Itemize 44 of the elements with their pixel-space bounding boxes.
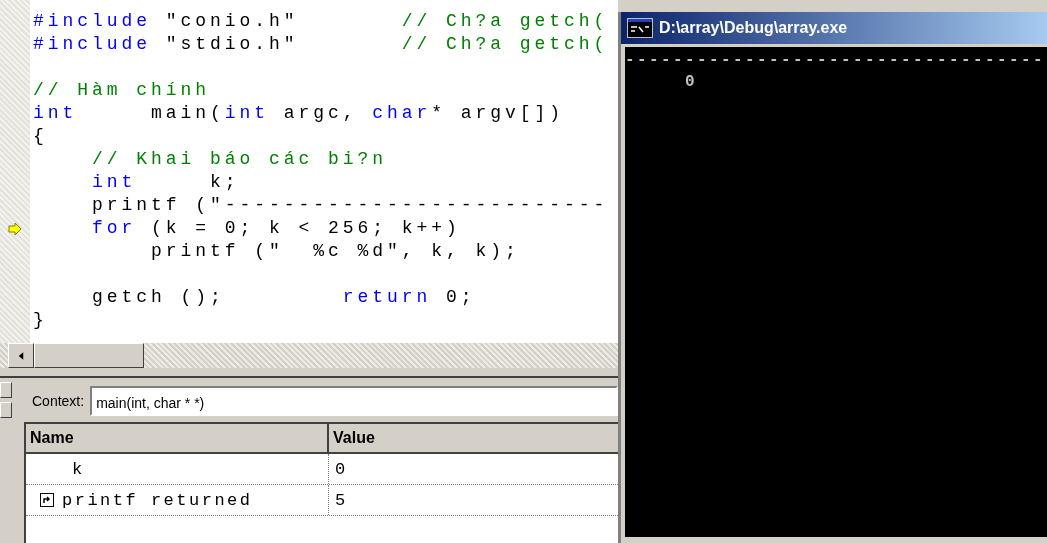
return-value-icon	[40, 493, 54, 507]
column-header[interactable]: Value	[329, 424, 618, 452]
code-text: #include	[33, 11, 151, 31]
code-text: int	[224, 103, 270, 123]
console-text: -----------------------------------	[625, 50, 1047, 71]
code-text: #include	[33, 34, 151, 54]
scroll-thumb[interactable]	[34, 343, 144, 368]
code-text: int	[33, 103, 78, 123]
left-arrow-icon	[18, 350, 24, 361]
code-text: // Hàm chính	[33, 80, 211, 100]
column-header[interactable]: Name	[26, 424, 329, 452]
code-text: for	[91, 218, 137, 238]
code-text: return	[342, 287, 432, 307]
context-label: Context:	[32, 393, 85, 409]
code-text: * argv[])	[431, 103, 565, 123]
variable-name: k	[72, 459, 85, 479]
code-text: // Ch?a getch(	[401, 11, 609, 31]
code-text: char	[372, 103, 432, 123]
code-text: {	[33, 126, 48, 146]
code-text: 0;	[445, 287, 476, 307]
code-text: main(	[150, 103, 225, 123]
current-line-arrow-icon	[8, 221, 22, 236]
code-text: // Ch?a getch(	[401, 34, 609, 54]
code-text: // Khai báo các bi?n	[91, 149, 388, 169]
code-text: k;	[209, 172, 240, 192]
code-text: "conio.h"	[164, 11, 300, 31]
window-title: D:\array\Debug\array.exe	[659, 19, 848, 37]
code-text: printf ("--------------------------	[91, 195, 609, 215]
console-icon	[627, 18, 653, 38]
code-text: getch ();	[91, 287, 226, 307]
code-text: int	[91, 172, 137, 192]
scroll-left-button[interactable]	[8, 343, 34, 368]
variable-value: 5	[335, 490, 348, 510]
dock-button[interactable]	[0, 402, 12, 418]
variable-name: printf returned	[62, 490, 253, 510]
context-field[interactable]: main(int, char * *)	[90, 386, 618, 416]
code-text: }	[33, 310, 48, 330]
code-text: printf (" %c %d", k, k);	[150, 241, 520, 261]
code-text: argc,	[282, 103, 359, 123]
dock-button[interactable]	[0, 382, 12, 398]
variable-value: 0	[335, 459, 348, 479]
code-text: "stdio.h"	[164, 34, 300, 54]
code-text: (k = 0; k < 256; k++)	[150, 218, 461, 238]
console-text: 0	[684, 72, 698, 93]
